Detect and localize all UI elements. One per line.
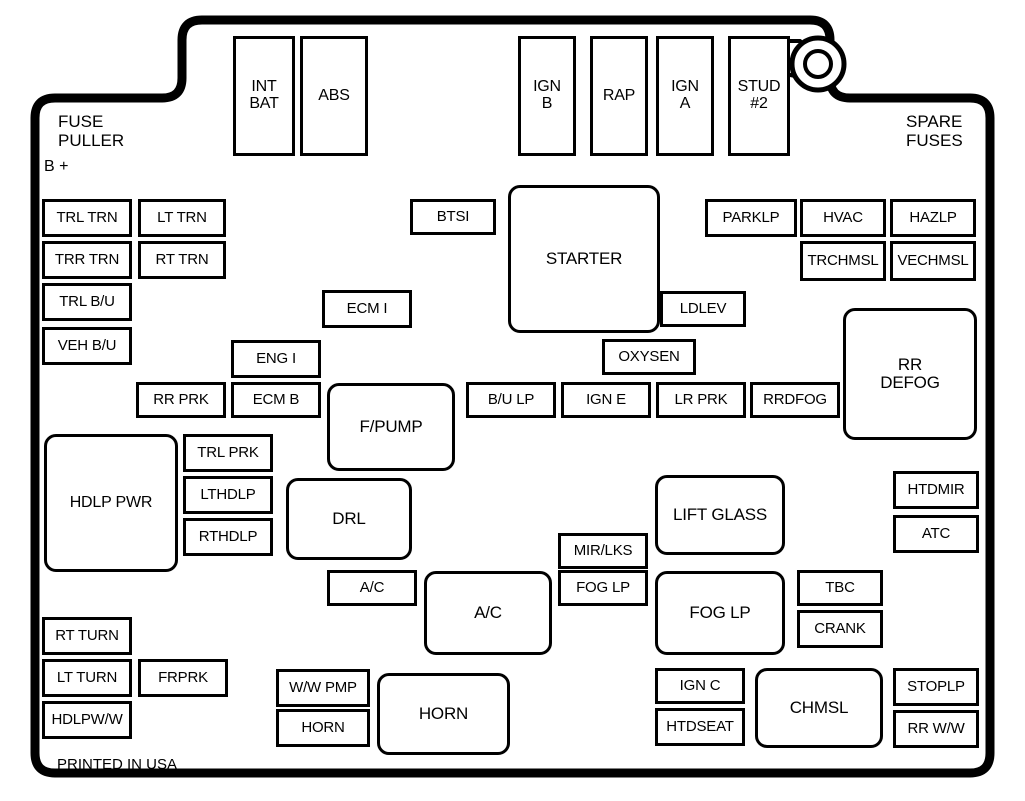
- fuse-cell-vechmsl[interactable]: VECHMSL: [890, 241, 976, 281]
- fuse-puller-label: FUSE PULLER: [58, 112, 125, 151]
- fuse-cell-ecm-i[interactable]: ECM I: [322, 290, 412, 328]
- fuse-cell-ac-fuse[interactable]: A/C: [327, 570, 417, 606]
- fuse-cell-hvac[interactable]: HVAC: [800, 199, 886, 237]
- fuse-cell-ac-relay[interactable]: A/C: [424, 571, 552, 655]
- fuse-cell-trl-bu[interactable]: TRL B/U: [42, 283, 132, 321]
- fuse-cell-ign-b[interactable]: IGN B: [518, 36, 576, 156]
- fuse-cell-ldlev[interactable]: LDLEV: [660, 291, 746, 327]
- fuse-cell-hdlpww[interactable]: HDLPW/W: [42, 701, 132, 739]
- fuse-cell-f-pump[interactable]: F/PUMP: [327, 383, 455, 471]
- fuse-cell-drl[interactable]: DRL: [286, 478, 412, 560]
- fuse-cell-fog-lp-relay[interactable]: FOG LP: [655, 571, 785, 655]
- fuse-cell-ign-c[interactable]: IGN C: [655, 668, 745, 704]
- fuse-cell-trl-trn[interactable]: TRL TRN: [42, 199, 132, 237]
- fuse-cell-abs[interactable]: ABS: [300, 36, 368, 156]
- printed-in-usa-label: PRINTED IN USA: [57, 756, 178, 773]
- fuse-cell-stoplp[interactable]: STOPLP: [893, 668, 979, 706]
- fuse-cell-rap[interactable]: RAP: [590, 36, 648, 156]
- fuse-cell-trchmsl[interactable]: TRCHMSL: [800, 241, 886, 281]
- fuse-cell-chmsl[interactable]: CHMSL: [755, 668, 883, 748]
- fuse-cell-horn-fuse[interactable]: HORN: [276, 709, 370, 747]
- fuse-cell-oxysen[interactable]: OXYSEN: [602, 339, 696, 375]
- fuse-cell-rthdlp[interactable]: RTHDLP: [183, 518, 273, 556]
- fuse-cell-rr-prk[interactable]: RR PRK: [136, 382, 226, 418]
- spare-fuses-label: SPARE FUSES: [906, 112, 963, 151]
- fuse-cell-lt-turn[interactable]: LT TURN: [42, 659, 132, 697]
- fuse-cell-frprk[interactable]: FRPRK: [138, 659, 228, 697]
- fuse-cell-ign-e[interactable]: IGN E: [561, 382, 651, 418]
- fuse-cell-lift-glass[interactable]: LIFT GLASS: [655, 475, 785, 555]
- fuse-cell-parklp[interactable]: PARKLP: [705, 199, 797, 237]
- fuse-cell-hazlp[interactable]: HAZLP: [890, 199, 976, 237]
- b-plus-label: B +: [44, 158, 69, 175]
- fuse-cell-htdmir[interactable]: HTDMIR: [893, 471, 979, 509]
- fuse-cell-hdlp-pwr[interactable]: HDLP PWR: [44, 434, 178, 572]
- fuse-box-diagram: INT BAT ABS IGN B RAP IGN A STUD #2 TRL TRN LT …: [0, 0, 1025, 801]
- fuse-cell-rrdfog[interactable]: RRDFOG: [750, 382, 840, 418]
- fuse-cell-trl-prk[interactable]: TRL PRK: [183, 434, 273, 472]
- fuse-cell-trr-trn[interactable]: TRR TRN: [42, 241, 132, 279]
- fuse-cell-htdseat[interactable]: HTDSEAT: [655, 708, 745, 746]
- fuse-cell-mir-lks[interactable]: MIR/LKS: [558, 533, 648, 569]
- fuse-cell-veh-bu[interactable]: VEH B/U: [42, 327, 132, 365]
- fuse-cell-rr-ww[interactable]: RR W/W: [893, 710, 979, 748]
- fuse-cell-ecm-b[interactable]: ECM B: [231, 382, 321, 418]
- fuse-cell-bu-lp[interactable]: B/U LP: [466, 382, 556, 418]
- fuse-cell-crank[interactable]: CRANK: [797, 610, 883, 648]
- fuse-cell-eng-i[interactable]: ENG I: [231, 340, 321, 378]
- fuse-cell-starter[interactable]: STARTER: [508, 185, 660, 333]
- fuse-cell-lr-prk[interactable]: LR PRK: [656, 382, 746, 418]
- fuse-cell-rt-turn[interactable]: RT TURN: [42, 617, 132, 655]
- fuse-cell-rt-trn[interactable]: RT TRN: [138, 241, 226, 279]
- fuse-cell-ign-a[interactable]: IGN A: [656, 36, 714, 156]
- fuse-cell-fog-lp-fuse[interactable]: FOG LP: [558, 570, 648, 606]
- fuse-cell-lthdlp[interactable]: LTHDLP: [183, 476, 273, 514]
- fuse-cell-horn-relay[interactable]: HORN: [377, 673, 510, 755]
- fuse-cell-rr-defog[interactable]: RR DEFOG: [843, 308, 977, 440]
- fuse-cell-tbc[interactable]: TBC: [797, 570, 883, 606]
- fuse-cell-btsi[interactable]: BTSI: [410, 199, 496, 235]
- fuse-cell-int-bat[interactable]: INT BAT: [233, 36, 295, 156]
- fuse-cell-atc[interactable]: ATC: [893, 515, 979, 553]
- fuse-cell-ww-pmp[interactable]: W/W PMP: [276, 669, 370, 707]
- fuse-cell-stud-2[interactable]: STUD #2: [728, 36, 790, 156]
- fuse-cell-lt-trn[interactable]: LT TRN: [138, 199, 226, 237]
